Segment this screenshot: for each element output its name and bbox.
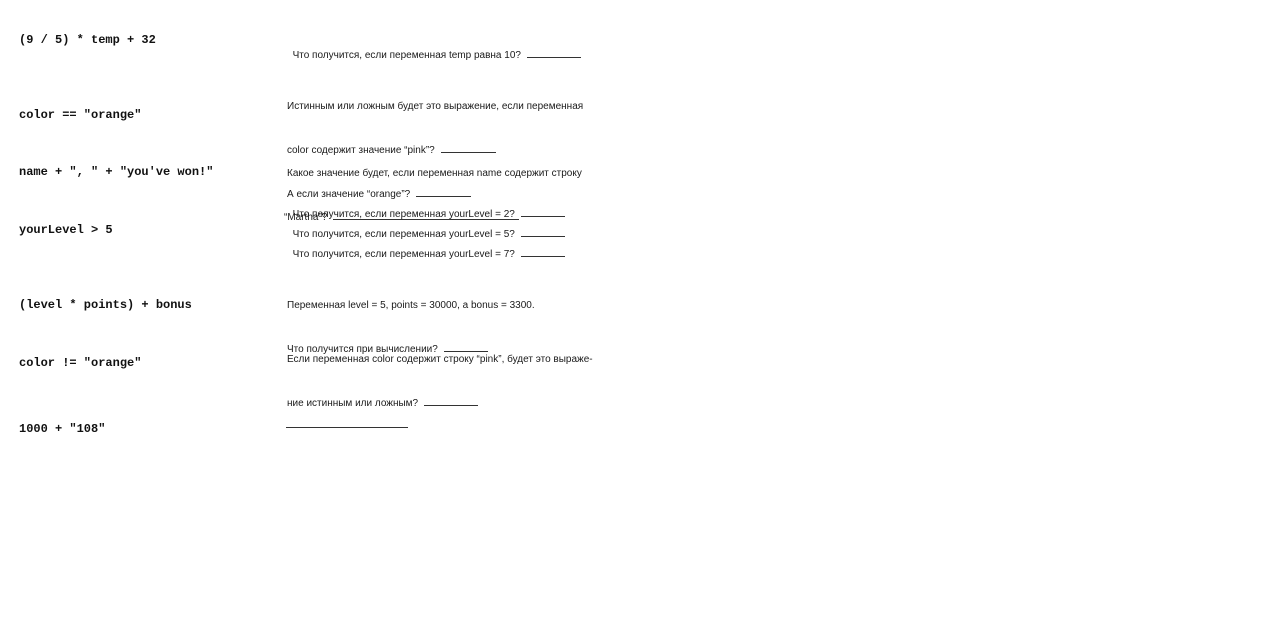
question-text: ние истинным или ложным? xyxy=(287,398,419,409)
question-text: Что получится, если переменная temp равн… xyxy=(292,50,521,61)
expression-color-equals: color == "orange" xyxy=(19,108,142,122)
expression-level-points-bonus: (level * points) + bonus xyxy=(19,298,192,312)
expression-color-not-equals: color != "orange" xyxy=(19,356,142,370)
question-text: Что получится, если переменная yourLevel… xyxy=(292,249,515,260)
question-text: Переменная level = 5, points = 30000, а … xyxy=(287,300,535,311)
question-color-not-equals: Если переменная color содержит строку “p… xyxy=(287,325,593,425)
expression-number-plus-string: 1000 + "108" xyxy=(19,422,106,436)
answer-blank[interactable] xyxy=(526,47,581,58)
question-level-7: Что получится, если переменная yourLevel… xyxy=(287,232,565,262)
question-text: Если переменная color содержит строку “p… xyxy=(287,354,593,365)
expression-name-concat: name + ", " + "you've won!" xyxy=(19,165,214,179)
question-text: Истинным или ложным будет это выражение,… xyxy=(287,101,584,112)
answer-blank[interactable] xyxy=(520,246,565,257)
question-text: Какое значение будет, если переменная na… xyxy=(287,168,582,179)
answer-blank[interactable] xyxy=(424,395,479,406)
expression-temp-conversion: (9 / 5) * temp + 32 xyxy=(19,33,156,47)
question-temp: Что получится, если переменная temp равн… xyxy=(287,33,581,63)
expression-level-compare: yourLevel > 5 xyxy=(19,223,113,237)
answer-blank-final[interactable] xyxy=(286,427,408,428)
